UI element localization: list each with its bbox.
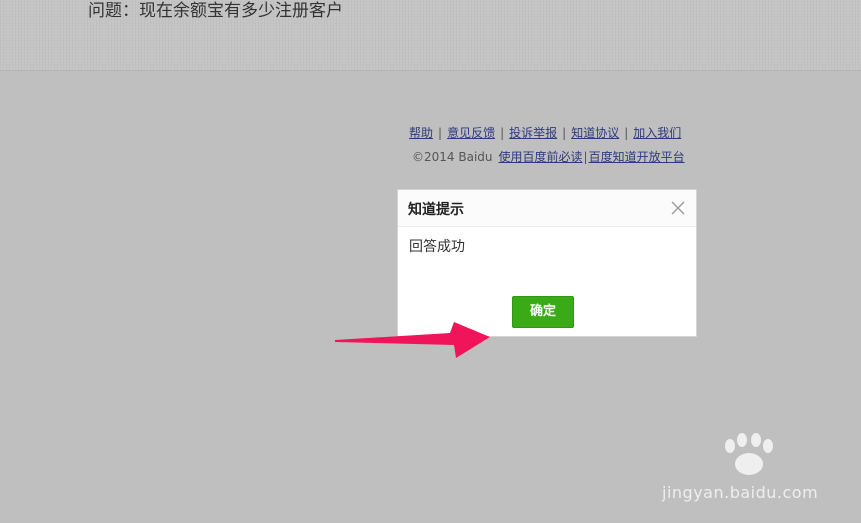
footer-link-open-platform[interactable]: 百度知道开放平台 bbox=[589, 150, 685, 164]
footer-copyright-row: ©2014 Baidu 使用百度前必读|百度知道开放平台 bbox=[412, 149, 685, 165]
dialog-message: 回答成功 bbox=[409, 239, 465, 255]
close-icon[interactable] bbox=[670, 200, 686, 216]
footer-link-help[interactable]: 帮助 bbox=[409, 126, 433, 140]
watermark-url: jingyan.baidu.com bbox=[662, 483, 819, 502]
footer-separator: | bbox=[624, 126, 629, 140]
footer-separator: | bbox=[562, 126, 567, 140]
baidu-paw-icon bbox=[725, 433, 773, 475]
footer-separator: | bbox=[438, 126, 443, 140]
footer-links: 帮助 | 意见反馈 | 投诉举报 | 知道协议 | 加入我们 bbox=[409, 125, 681, 141]
copyright-text: ©2014 Baidu bbox=[412, 150, 493, 164]
footer-link-agreement[interactable]: 知道协议 bbox=[571, 126, 619, 140]
footer-link-read-before-use[interactable]: 使用百度前必读 bbox=[499, 150, 583, 164]
question-title: 问题：现在余额宝有多少注册客户 bbox=[88, 1, 343, 21]
footer-link-join[interactable]: 加入我们 bbox=[633, 126, 681, 140]
footer-link-report[interactable]: 投诉举报 bbox=[509, 126, 557, 140]
dialog-title: 知道提示 bbox=[408, 202, 464, 218]
footer-separator: | bbox=[500, 126, 505, 140]
pointer-arrow-icon bbox=[335, 322, 490, 358]
footer-separator: | bbox=[583, 150, 588, 164]
prompt-dialog: 知道提示 回答成功 确定 bbox=[397, 189, 697, 337]
ok-button[interactable]: 确定 bbox=[512, 296, 574, 328]
footer-link-feedback[interactable]: 意见反馈 bbox=[447, 126, 495, 140]
dialog-header: 知道提示 bbox=[398, 190, 696, 227]
